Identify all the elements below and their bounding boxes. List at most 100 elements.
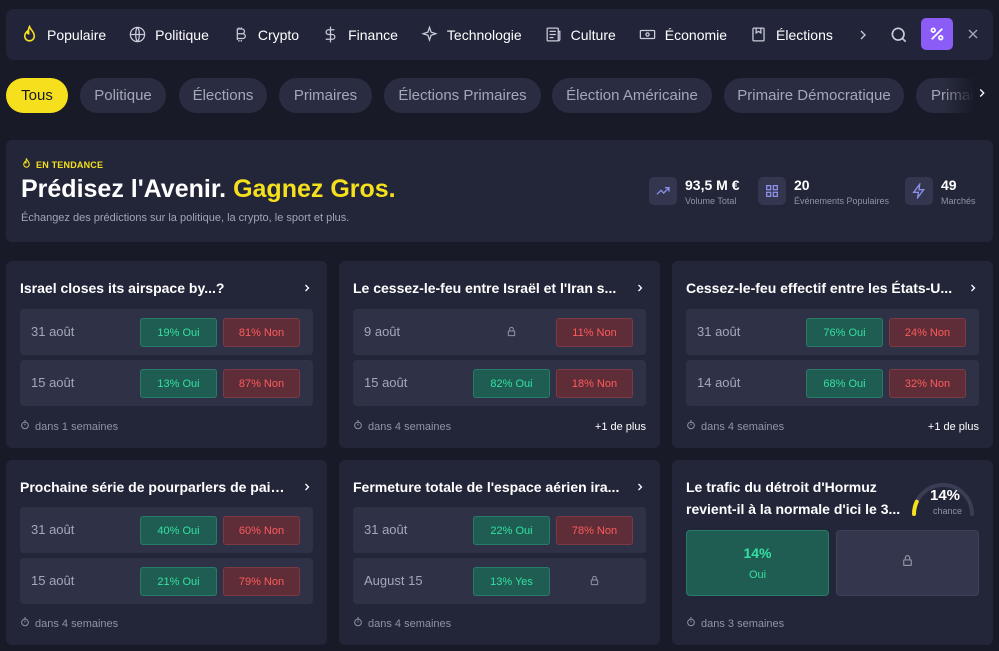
- buy-no-button[interactable]: 18% Non: [556, 369, 633, 398]
- stat-markets: 49 Marchés: [905, 177, 976, 206]
- time-remaining: dans 4 semaines: [701, 420, 785, 433]
- buy-yes-button[interactable]: 68% Oui: [806, 369, 883, 398]
- chip-election-americaine[interactable]: Élection Américaine: [552, 78, 712, 113]
- stat-value: 20: [794, 177, 810, 193]
- percent-toggle-button[interactable]: [921, 18, 953, 50]
- outcome-row: 15 août 21% Oui 79% Non: [20, 558, 313, 604]
- market-card-binary[interactable]: Le trafic du détroit d'Hormuz revient-il…: [672, 460, 993, 645]
- ballot-icon: [749, 25, 768, 44]
- market-title: Cessez-le-feu effectif entre les États-U…: [686, 280, 953, 296]
- buy-no-button[interactable]: 79% Non: [223, 567, 300, 596]
- card-footer: dans 4 semaines: [353, 617, 451, 630]
- chips-scroll-right[interactable]: [943, 78, 999, 113]
- outcome-date: 31 août: [31, 324, 75, 339]
- outcome-row: 14 août 68% Oui 32% Non: [686, 360, 979, 406]
- outcome-row: 31 août 22% Oui 78% Non: [353, 507, 646, 553]
- outcome-date: 15 août: [31, 375, 75, 390]
- chevron-right-icon[interactable]: [633, 281, 647, 295]
- locked-outcome: [473, 318, 550, 347]
- timer-icon: [20, 617, 35, 630]
- buy-yes-button[interactable]: 13% Oui: [140, 369, 217, 398]
- lock-icon: [901, 554, 914, 572]
- buy-no-button[interactable]: 78% Non: [556, 516, 633, 545]
- nav-item-elections[interactable]: Élections: [749, 9, 833, 60]
- outcome-row: 9 août 11% Non: [353, 309, 646, 355]
- lock-icon: [506, 326, 517, 340]
- buy-yes-button[interactable]: 82% Oui: [473, 369, 550, 398]
- nav-item-label: Finance: [348, 26, 398, 43]
- buy-no-button[interactable]: 24% Non: [889, 318, 966, 347]
- stat-value: 93,5 M €: [685, 177, 740, 193]
- time-remaining: dans 4 semaines: [368, 420, 452, 433]
- nav-item-economie[interactable]: Économie: [638, 9, 727, 60]
- chip-primaires[interactable]: Primaires: [279, 78, 372, 113]
- buy-no-button[interactable]: 32% Non: [889, 369, 966, 398]
- stat-caption: Marchés: [941, 196, 976, 206]
- chevron-right-icon[interactable]: [300, 281, 314, 295]
- chevron-right-icon[interactable]: [633, 480, 647, 494]
- market-card[interactable]: Prochaine série de pourparlers de paix .…: [6, 460, 327, 645]
- buy-yes-button[interactable]: 40% Oui: [140, 516, 217, 545]
- search-icon[interactable]: [887, 23, 911, 47]
- nav-item-finance[interactable]: Finance: [321, 9, 398, 60]
- chip-tous[interactable]: Tous: [6, 78, 68, 113]
- hero-title-main: Prédisez l'Avenir.: [21, 175, 227, 203]
- outcome-row: 31 août 76% Oui 24% Non: [686, 309, 979, 355]
- outcome-row: 15 août 82% Oui 18% Non: [353, 360, 646, 406]
- card-footer: dans 4 semaines: [20, 617, 118, 630]
- market-card[interactable]: Cessez-le-feu effectif entre les États-U…: [672, 261, 993, 448]
- trending-up-icon: [649, 177, 677, 205]
- buy-yes-button[interactable]: 76% Oui: [806, 318, 883, 347]
- buy-yes-button[interactable]: 22% Oui: [473, 516, 550, 545]
- nav-item-crypto[interactable]: Crypto: [231, 9, 299, 60]
- nav-item-label: Crypto: [257, 26, 300, 43]
- timer-icon: [686, 617, 701, 630]
- buy-no-button[interactable]: 87% Non: [223, 369, 300, 398]
- sparkle-icon: [420, 25, 439, 44]
- nav-item-label: Politique: [155, 26, 209, 43]
- flame-icon: [21, 156, 32, 174]
- outcome-date: 9 août: [364, 324, 401, 339]
- buy-no-button[interactable]: 60% Non: [223, 516, 300, 545]
- nav-item-label: Technologie: [446, 26, 522, 43]
- market-card[interactable]: Israel closes its airspace by...? 31 aoû…: [6, 261, 327, 448]
- nav-item-populaire[interactable]: Populaire: [20, 9, 106, 60]
- outcome-row: August 15 13% Yes: [353, 558, 646, 604]
- yes-label: Oui: [748, 569, 767, 581]
- more-outcomes-link[interactable]: +1 de plus: [595, 421, 646, 433]
- nav-item-politique[interactable]: Politique: [128, 9, 209, 60]
- stat-value: 49: [941, 177, 957, 193]
- buy-yes-button[interactable]: 19% Oui: [140, 318, 217, 347]
- outcome-row: 31 août 40% Oui 60% Non: [20, 507, 313, 553]
- nav-item-technologie[interactable]: Technologie: [420, 9, 522, 60]
- card-footer: dans 4 semaines: [686, 420, 784, 433]
- chevron-right-icon[interactable]: [966, 281, 980, 295]
- nav-item-culture[interactable]: Culture: [544, 9, 616, 60]
- chevron-right-icon[interactable]: [855, 27, 871, 43]
- buy-no-button[interactable]: 11% Non: [556, 318, 633, 347]
- outcome-row: 31 août 19% Oui 81% Non: [20, 309, 313, 355]
- trending-label: EN TENDANCE: [36, 160, 104, 170]
- chevron-right-icon[interactable]: [300, 480, 314, 494]
- newspaper-icon: [544, 25, 563, 44]
- close-icon[interactable]: [959, 18, 987, 50]
- buy-no-button[interactable]: 81% Non: [223, 318, 300, 347]
- banknote-icon: [638, 25, 657, 44]
- locked-outcome: [556, 567, 633, 596]
- market-card[interactable]: Le cessez-le-feu entre Israël et l'Iran …: [339, 261, 660, 448]
- nav-item-label: Élections: [776, 26, 833, 43]
- chip-elections[interactable]: Élections: [179, 78, 267, 113]
- chip-politique[interactable]: Politique: [80, 78, 166, 113]
- market-card[interactable]: Fermeture totale de l'espace aérien ira.…: [339, 460, 660, 645]
- chip-elections-primaires[interactable]: Élections Primaires: [384, 78, 541, 113]
- market-title-line: revient-il à la normale d'ici le 3...: [686, 501, 901, 517]
- buy-yes-button[interactable]: 13% Yes: [473, 567, 550, 596]
- market-title: Fermeture totale de l'espace aérien ira.…: [353, 479, 620, 495]
- dollar-icon: [321, 25, 340, 44]
- chip-primaire-democratique[interactable]: Primaire Démocratique: [724, 78, 904, 113]
- more-outcomes-link[interactable]: +1 de plus: [928, 421, 979, 433]
- market-title: Le trafic du détroit d'Hormuz revient-il…: [686, 476, 900, 520]
- buy-yes-button[interactable]: 14% Oui: [686, 530, 829, 596]
- buy-yes-button[interactable]: 21% Oui: [140, 567, 217, 596]
- market-title: Israel closes its airspace by...?: [20, 280, 225, 296]
